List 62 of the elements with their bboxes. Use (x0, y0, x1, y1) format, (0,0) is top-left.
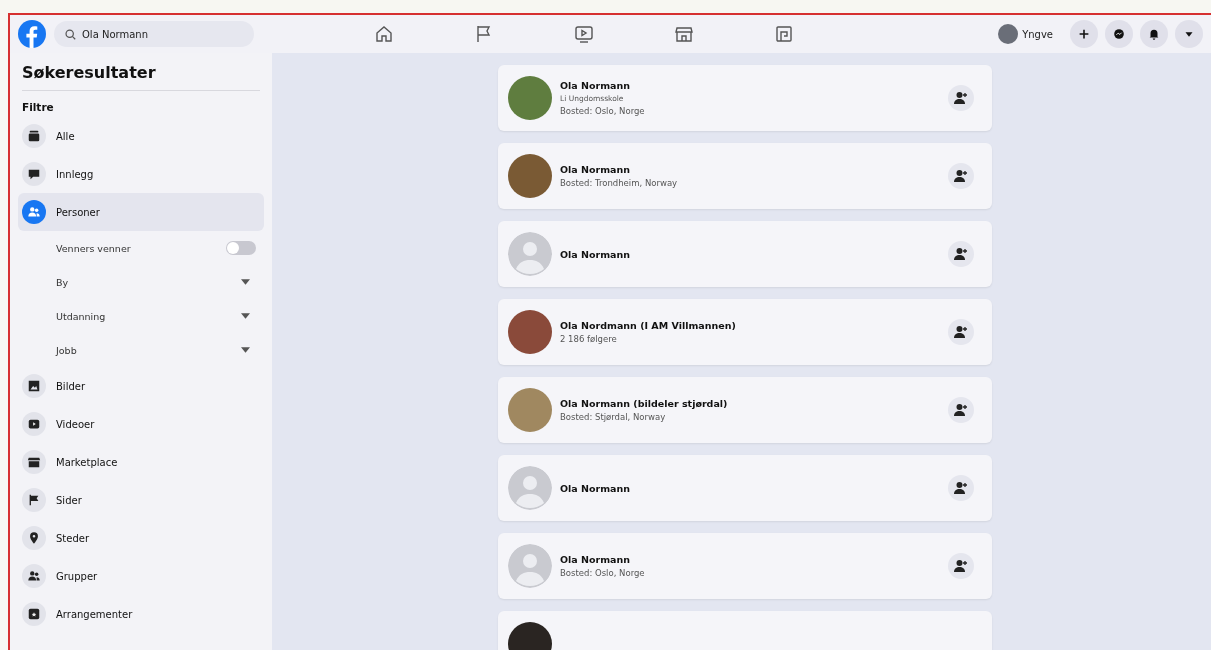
filter-item[interactable]: Bilder (18, 367, 264, 405)
caret-icon (241, 313, 250, 319)
comment-icon (22, 162, 46, 186)
caret-icon (241, 279, 250, 285)
person-detail: Bosted: Oslo, Norge (560, 106, 646, 116)
subfilter-dropdown[interactable]: By (18, 265, 264, 299)
add-friend-icon[interactable] (948, 85, 974, 111)
search-field[interactable]: Ola Normann (54, 21, 254, 47)
sidebar-title: Søkeresultater (22, 63, 157, 82)
result-card[interactable]: Ola Normann (498, 455, 992, 521)
filter-item[interactable]: Sider (18, 481, 264, 519)
subfilter-dropdown[interactable]: Utdanning (18, 299, 264, 333)
result-card[interactable]: Ola Nordmann (I AM Villmannen) 2 186 følgere (498, 299, 992, 365)
add-friend-icon[interactable] (948, 319, 974, 345)
people-icon (22, 200, 46, 224)
person-name[interactable]: Ola Normann (560, 554, 940, 565)
toggle-switch[interactable] (226, 241, 256, 255)
caret-icon (241, 347, 250, 353)
person-detail: Bosted: Stjørdal, Norway (560, 412, 667, 422)
filter-item[interactable]: Marketplace (18, 443, 264, 481)
person-name[interactable]: Ola Normann (bildeler stjørdal) (560, 398, 940, 409)
filter-item[interactable]: Alle (18, 117, 264, 155)
bell-icon[interactable] (1140, 20, 1168, 48)
person-name[interactable]: Ola Normann (560, 164, 940, 175)
filter-item[interactable]: Steder (18, 519, 264, 557)
filters-heading: Filtre (22, 101, 55, 113)
filter-item[interactable]: Personer (18, 193, 264, 231)
result-card[interactable]: Ola Normann Bosted: Trondheim, Norway (498, 143, 992, 209)
add-friend-icon[interactable] (948, 241, 974, 267)
add-friend-icon[interactable] (948, 397, 974, 423)
plus-icon[interactable] (1070, 20, 1098, 48)
person-detail: Bosted: Trondheim, Norway (560, 178, 679, 188)
person-name[interactable]: Ola Normann (560, 248, 940, 260)
messenger-icon[interactable] (1105, 20, 1133, 48)
person-detail: Bosted: Oslo, Norge (560, 568, 646, 578)
filter-item[interactable]: Arrangementer (18, 595, 264, 633)
result-card[interactable]: Ola Normann (498, 221, 992, 287)
cards-icon (22, 124, 46, 148)
filter-item[interactable]: Grupper (18, 557, 264, 595)
add-friend-icon[interactable] (948, 475, 974, 501)
result-card[interactable]: Ola Normann Bosted: Oslo, Norge (498, 533, 992, 599)
filter-item[interactable]: Videoer (18, 405, 264, 443)
profile-button[interactable]: Yngve (996, 22, 1055, 46)
facebook-logo[interactable] (18, 20, 46, 48)
flag-icon (22, 488, 46, 512)
pin-icon (22, 526, 46, 550)
subfilter-dropdown[interactable]: Jobb (18, 333, 264, 367)
person-name[interactable]: Ola Normann (560, 80, 940, 91)
caret-icon[interactable] (1175, 20, 1203, 48)
result-card[interactable]: Ola Normann (bildeler stjørdal) Bosted: Stjørdal, Norway (498, 377, 992, 443)
calendar-icon (22, 602, 46, 626)
person-name[interactable]: Ola Nordmann (I AM Villmannen) (560, 320, 940, 331)
add-friend-icon[interactable] (948, 553, 974, 579)
person-name[interactable]: Ola Normann (560, 482, 940, 494)
person-detail: 2 186 følgere (560, 334, 618, 344)
store-icon (22, 450, 46, 474)
people-icon (22, 564, 46, 588)
add-friend-icon[interactable] (948, 163, 974, 189)
filter-item[interactable]: Innlegg (18, 155, 264, 193)
subfilter-label: Venners venner (56, 242, 131, 254)
video-icon (22, 412, 46, 436)
image-icon (22, 374, 46, 398)
